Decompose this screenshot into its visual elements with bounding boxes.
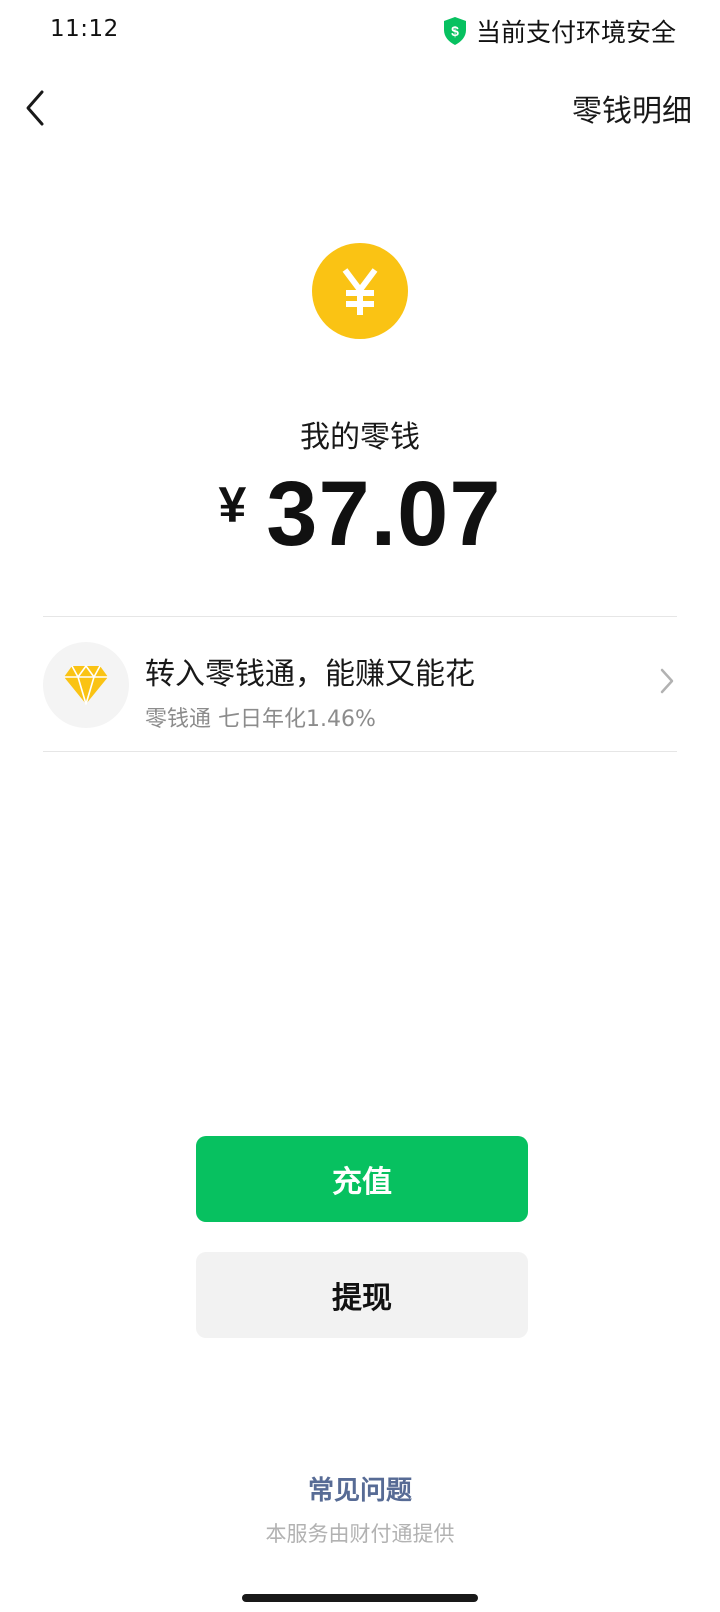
faq-link[interactable]: 常见问题 (308, 1476, 412, 1506)
yen-coin-icon (312, 243, 408, 339)
promo-title: 转入零钱通，能赚又能花 (145, 657, 475, 692)
withdraw-button[interactable]: 提现 (196, 1252, 528, 1338)
secure-status-text: 当前支付环境安全 (475, 18, 676, 47)
shield-dollar-icon: $ (443, 17, 466, 45)
lingqiantong-promo-row[interactable]: 转入零钱通，能赚又能花 零钱通 七日年化1.46% (43, 617, 677, 751)
balance-label: 我的零钱 (300, 420, 420, 455)
balance-amount: 37.07 (266, 463, 502, 565)
svg-text:$: $ (451, 23, 459, 39)
home-indicator[interactable] (242, 1594, 478, 1602)
chevron-left-icon (26, 90, 44, 126)
diamond-icon-badge (43, 642, 129, 728)
divider-bottom (43, 751, 677, 752)
faq-container: 常见问题 (0, 1470, 720, 1507)
back-button[interactable] (18, 84, 58, 132)
balance-amount-row: ¥ 37.07 (0, 468, 720, 560)
promo-subtitle: 零钱通 七日年化1.46% (145, 707, 376, 732)
service-provider-text: 本服务由财付通提供 (265, 1522, 455, 1546)
recharge-button[interactable]: 充值 (196, 1136, 528, 1222)
diamond-icon (64, 665, 108, 705)
chevron-right-icon (660, 668, 674, 694)
status-time: 11:12 (50, 16, 119, 42)
balance-details-link[interactable]: 零钱明细 (572, 86, 692, 130)
currency-symbol: ¥ (218, 477, 247, 533)
secure-payment-indicator: $ 当前支付环境安全 (442, 14, 676, 48)
